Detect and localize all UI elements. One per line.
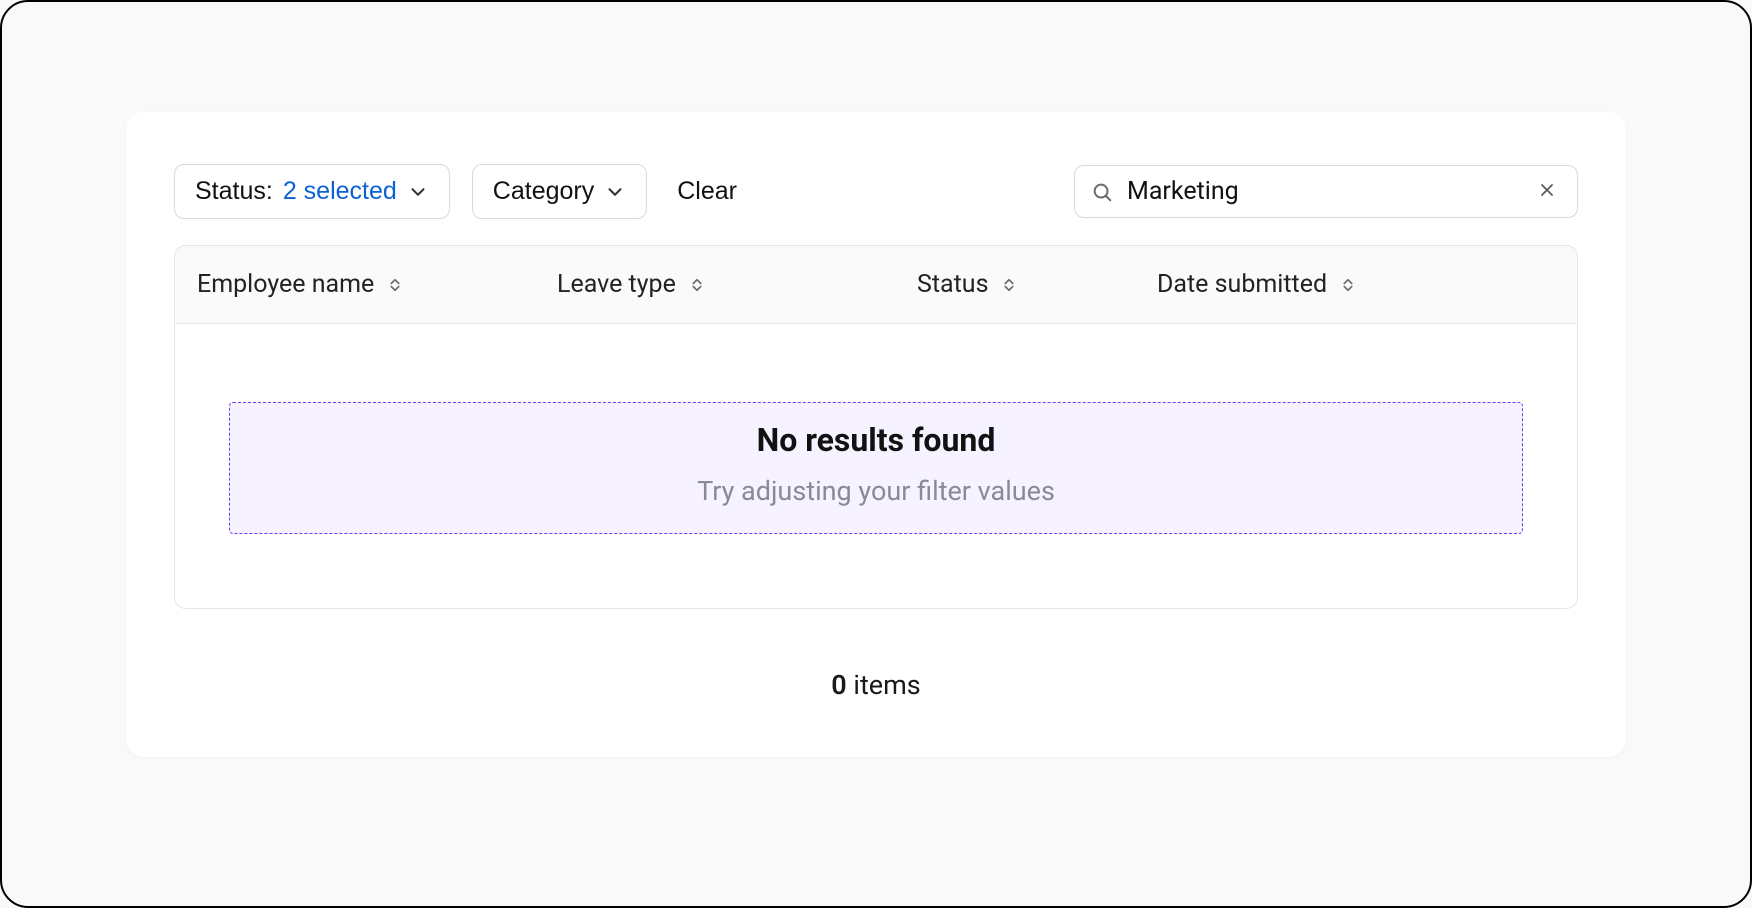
chevron-down-icon — [407, 181, 429, 203]
column-label: Date submitted — [1157, 270, 1327, 299]
search-icon — [1091, 181, 1113, 203]
column-label: Status — [917, 270, 988, 299]
column-header-date-submitted[interactable]: Date submitted — [1135, 246, 1577, 323]
column-header-employee-name[interactable]: Employee name — [175, 246, 535, 323]
chevron-down-icon — [604, 181, 626, 203]
search-input[interactable] — [1127, 177, 1533, 206]
results-table: Employee name Leave type Status — [174, 245, 1578, 609]
sort-icon — [1000, 276, 1018, 294]
item-count-label: items — [853, 669, 920, 701]
empty-state-subtitle: Try adjusting your filter values — [250, 475, 1502, 507]
status-filter-label: Status: — [195, 177, 273, 206]
empty-state-title: No results found — [250, 421, 1502, 459]
search-field-wrapper — [1074, 165, 1578, 218]
toolbar: Status: 2 selected Category Clear — [174, 164, 1578, 219]
column-label: Leave type — [557, 270, 676, 299]
item-count-footer: 0 items — [174, 669, 1578, 701]
column-label: Employee name — [197, 270, 374, 299]
sort-icon — [688, 276, 706, 294]
table-body-empty: No results found Try adjusting your filt… — [175, 324, 1577, 608]
column-header-leave-type[interactable]: Leave type — [535, 246, 895, 323]
empty-state-slot: No results found Try adjusting your filt… — [229, 402, 1523, 534]
item-count-value: 0 — [831, 669, 846, 701]
column-header-status[interactable]: Status — [895, 246, 1135, 323]
status-filter-selected: 2 selected — [283, 177, 397, 206]
app-frame: Status: 2 selected Category Clear — [0, 0, 1752, 908]
category-filter-label: Category — [493, 177, 594, 206]
table-header-row: Employee name Leave type Status — [175, 246, 1577, 324]
category-filter-button[interactable]: Category — [472, 164, 647, 219]
content-card: Status: 2 selected Category Clear — [126, 112, 1626, 757]
close-icon — [1537, 180, 1557, 203]
sort-icon — [1339, 276, 1357, 294]
clear-search-button[interactable] — [1533, 176, 1561, 207]
sort-icon — [386, 276, 404, 294]
clear-filters-button[interactable]: Clear — [669, 165, 745, 218]
status-filter-button[interactable]: Status: 2 selected — [174, 164, 450, 219]
